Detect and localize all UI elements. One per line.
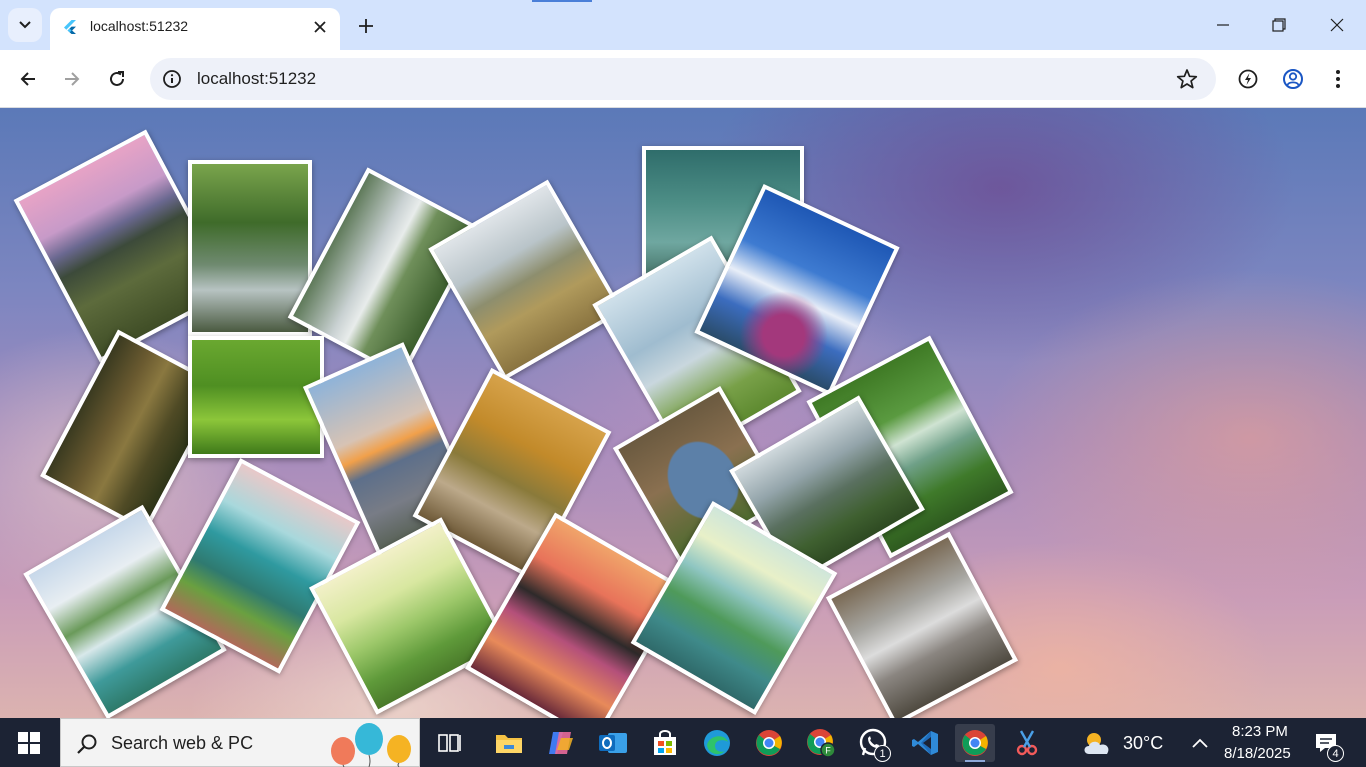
outlook-app[interactable] [593, 724, 633, 762]
microsoft-store-app[interactable] [645, 724, 685, 762]
copilot-app[interactable] [541, 724, 581, 762]
clock-date[interactable]: 8/18/2025 [1224, 745, 1291, 762]
tab-title: localhost:51232 [90, 18, 189, 34]
whatsapp-badge: 1 [874, 745, 891, 762]
store-icon [654, 730, 676, 755]
arrow-left-icon [20, 72, 35, 86]
close-icon [1330, 18, 1344, 32]
active-indicator [965, 760, 985, 762]
edge-app[interactable] [697, 724, 737, 762]
minimize-icon [1217, 24, 1229, 26]
close-window-button[interactable] [1308, 0, 1366, 50]
show-hidden-icons-button[interactable] [1182, 724, 1218, 762]
menu-button[interactable] [1322, 63, 1354, 95]
vscode-icon [912, 731, 938, 755]
reload-button[interactable] [101, 63, 133, 95]
chrome-profile-app[interactable]: F [801, 724, 841, 762]
minimize-button[interactable] [1194, 0, 1252, 50]
chrome-app[interactable] [749, 724, 789, 762]
balloons-icon [331, 723, 411, 767]
chevron-up-icon [1192, 738, 1208, 748]
tab-search-button[interactable] [8, 8, 42, 42]
svg-text:F: F [825, 746, 831, 756]
performance-icon [1238, 69, 1258, 89]
profile-icon [1283, 69, 1303, 89]
flutter-icon [64, 20, 76, 34]
snipping-tool-app[interactable] [1007, 724, 1047, 762]
clock-time[interactable]: 8:23 PM [1232, 723, 1288, 740]
restore-icon [1272, 18, 1286, 32]
weather-widget[interactable] [1080, 724, 1116, 762]
whatsapp-app[interactable]: 1 [853, 724, 893, 762]
chrome-icon [756, 730, 782, 756]
close-icon [314, 21, 326, 33]
new-tab-button[interactable] [352, 12, 380, 40]
photo-mountain-meadow[interactable] [428, 179, 624, 381]
start-button[interactable] [8, 727, 50, 759]
windows-taskbar: Search web & PC F 1 30°C 8:23 PM 8/18/20… [0, 718, 1366, 767]
browser-toolbar: localhost:51232 [0, 50, 1366, 108]
vscode-app[interactable] [905, 724, 945, 762]
forward-button[interactable] [56, 63, 88, 95]
back-button[interactable] [12, 63, 44, 95]
outlook-icon [599, 733, 627, 753]
taskbar-search-placeholder: Search web & PC [111, 733, 254, 753]
tab-strip: localhost:51232 [0, 0, 1366, 50]
notification-center-button[interactable]: 4 [1306, 724, 1346, 762]
copilot-icon [549, 732, 573, 754]
folder-icon [496, 735, 522, 753]
site-info-icon[interactable] [162, 69, 182, 89]
reload-icon [110, 71, 124, 86]
file-explorer-app[interactable] [489, 724, 529, 762]
snipping-tool-icon [1016, 730, 1038, 756]
photo-rocky-river[interactable] [825, 531, 1019, 718]
chevron-down-icon [19, 21, 31, 29]
arrow-right-icon [65, 72, 80, 86]
profile-button[interactable] [1277, 63, 1309, 95]
task-view-button[interactable] [430, 724, 470, 762]
performance-button[interactable] [1232, 63, 1264, 95]
task-view-icon [438, 734, 461, 752]
address-bar[interactable]: localhost:51232 [150, 58, 1216, 100]
plus-icon [359, 19, 373, 33]
weather-temperature[interactable]: 30°C [1123, 733, 1163, 754]
kebab-menu-icon [1336, 70, 1340, 88]
strip-accent [532, 0, 592, 2]
windows-logo-icon [18, 732, 40, 754]
chrome-profile-icon: F [807, 729, 836, 758]
photo-collage-page [0, 108, 1366, 718]
tab-close-button[interactable] [308, 15, 332, 39]
tab-active[interactable]: localhost:51232 [50, 8, 340, 50]
bookmark-star-icon[interactable] [1176, 68, 1198, 90]
chrome-icon [962, 730, 988, 756]
photo-green-hills[interactable] [188, 336, 324, 458]
chrome-active-app[interactable] [955, 724, 995, 762]
notification-badge: 4 [1327, 745, 1344, 762]
taskbar-search-box[interactable]: Search web & PC [60, 718, 420, 767]
url-text[interactable]: localhost:51232 [197, 69, 316, 89]
search-icon [77, 734, 97, 754]
edge-icon [704, 730, 730, 756]
restore-button[interactable] [1250, 0, 1308, 50]
weather-cloudy-icon [1084, 733, 1109, 754]
